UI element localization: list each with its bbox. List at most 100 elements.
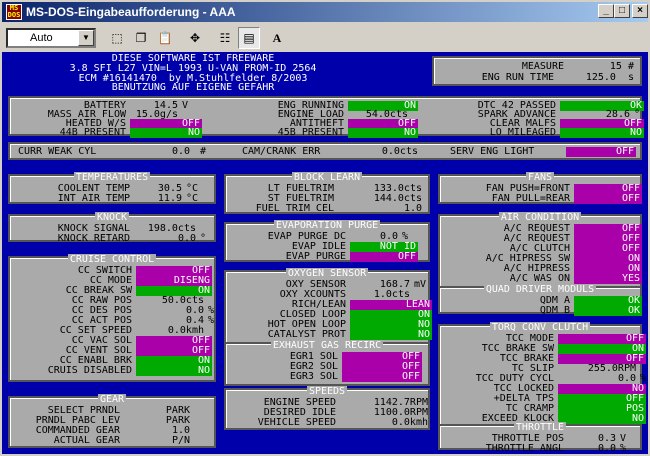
throttle-panel: THROTTLE THROTTLE POS 0.3 V THROTTLE ANGL 0.0… xyxy=(438,422,642,454)
run-time-label: ENG RUN TIME xyxy=(481,72,554,83)
fan-pull-rear-label: FAN PULL=REAR xyxy=(491,193,570,204)
actual-gear-label: ACTUAL GEAR xyxy=(53,435,120,446)
cam-crank-label: CAM/CRANK ERR xyxy=(242,146,321,157)
quad-title-text: QUAD DRIVER MODULS xyxy=(483,284,597,295)
int-air-temp-unit: °C xyxy=(186,193,199,204)
gear-panel: GEAR SELECT PRNDL PARK PRNDL PABC LEV PARK CO… xyxy=(8,394,216,448)
throttle-title-text: THROTTLE xyxy=(513,422,567,433)
a-c-was-on-label: A/C WAS ON xyxy=(509,273,570,284)
font-size-select[interactable]: Auto ▼ xyxy=(6,28,96,48)
air-condition-panel: AIR CONDITION A/C REQUEST OFF A/C REQUEST OF… xyxy=(438,212,642,292)
temperatures-panel: TEMPERATURES COOLENT TEMP 30.5 °C INT AIR TE… xyxy=(8,172,216,204)
properties-icon[interactable]: ☷ xyxy=(214,27,236,49)
toolbar: Auto ▼ ⬚ ❐ 📋 ✥ ☷ ▤ A xyxy=(2,24,648,50)
qdm-b-label: QDM B xyxy=(539,305,570,316)
knock-title: KNOCK xyxy=(10,212,214,223)
qdm-b-state: OK xyxy=(574,306,642,316)
quad-title: QUAD DRIVER MODULS xyxy=(440,284,640,295)
fans-panel: FANS FAN PUSH=FRONT OFF FAN PULL=REAR OFF xyxy=(438,172,644,204)
dos-screen: DIESE SOFTWARE IST FREEWARE 3.8 SFI L27 … xyxy=(2,52,648,454)
cruis-disabled-label: CRUIS DISABLED xyxy=(47,365,132,376)
44b-present-state: NO xyxy=(130,128,202,138)
tcc-title-text: TORQ CONV CLUTCH xyxy=(489,322,591,333)
copy-icon[interactable]: ❐ xyxy=(130,27,152,49)
data-row-egr3-sol: EGR3 SOL OFF xyxy=(228,371,424,382)
cruise-title-text: CRUISE CONTROL xyxy=(67,254,157,265)
knock-panel: KNOCK KNOCK SIGNAL 198.0cts KNOCK RETARD 0.0… xyxy=(8,212,216,244)
aircon-title: AIR CONDITION xyxy=(440,212,640,223)
data-row-vehicle-speed: VEHICLE SPEED 0.0kmh xyxy=(228,417,430,428)
vehicle-speed-label: VEHICLE SPEED xyxy=(257,417,336,428)
speeds-title: SPEEDS xyxy=(226,386,428,397)
title-bar: MS DOS MS-DOS-Eingabeaufforderung - AAA _… xyxy=(2,2,648,22)
cruise-control-panel: CRUISE CONTROL CC SWITCH OFF CC MODE DISENG C… xyxy=(8,254,216,382)
oxygen-sensor-panel: OXYGEN SENSOR OXY SENSOR 168.7 mV OXY XCOUNT… xyxy=(224,268,432,346)
msdos-icon[interactable]: MS DOS xyxy=(6,4,22,20)
cam-crank-value: 0.0cts xyxy=(381,146,418,157)
data-row-throttle-angl: THROTTLE ANGL 0.0% xyxy=(442,443,638,454)
actual-gear-value: P/N xyxy=(171,435,190,446)
curr-weak-cyl-value: 0.0 xyxy=(171,146,190,157)
cruis-disabled-state: NO xyxy=(136,366,212,376)
curr-weak-cyl-label: CURR WEAK CYL xyxy=(18,146,97,157)
catalyst-prot-state: NO xyxy=(350,330,432,340)
font-button[interactable]: A xyxy=(266,27,288,49)
knock-retard-label: KNOCK RETARD xyxy=(57,233,130,244)
fullscreen-icon[interactable]: ✥ xyxy=(184,27,206,49)
temperatures-title: TEMPERATURES xyxy=(10,172,214,183)
knock-retard-value: 0.0 xyxy=(177,233,196,244)
status-panel: BATTERY 14.5 V MASS AIR FLOW 15.0g/s HEATED W… xyxy=(8,96,644,138)
close-button[interactable]: × xyxy=(632,4,648,18)
measure-value: 15 # xyxy=(609,61,634,72)
data-row-catalyst-prot: CATALYST PROT NO xyxy=(228,329,434,340)
block_learn-title: BLOCK LEARN xyxy=(226,172,428,183)
data-row-int-air-temp: INT AIR TEMP 11.9 °C xyxy=(12,193,208,204)
data-row-44b-present: 44B PRESENT NO xyxy=(16,127,204,138)
minimize-button[interactable]: _ xyxy=(598,4,614,18)
speeds-panel: SPEEDS ENGINE SPEED 1142.7RPM DESIRED IDLE 1… xyxy=(224,386,430,430)
chevron-down-icon[interactable]: ▼ xyxy=(78,30,94,46)
fuel-trim-cel-value: 1.0 xyxy=(403,203,422,214)
aircon-title-text: AIR CONDITION xyxy=(498,212,582,223)
speeds-title-text: SPEEDS xyxy=(306,386,348,397)
quad-driver-panel: QUAD DRIVER MODULS QDM A OK QDM B OK xyxy=(438,284,642,316)
44b-present-label: 44B PRESENT xyxy=(59,127,126,138)
a-c-was-on-state: YES xyxy=(574,274,642,284)
evap-purge-state: OFF xyxy=(350,252,418,262)
int-air-temp-value: 11.9 xyxy=(157,193,182,204)
data-row-fan-pull-rear: FAN PULL=REAR OFF xyxy=(442,193,644,204)
tcc-title: TORQ CONV CLUTCH xyxy=(440,322,640,333)
fan-pull-rear-state: OFF xyxy=(574,194,642,204)
lo-mileaged-label: LO MILEAGED xyxy=(489,127,556,138)
fans-title-text: FANS xyxy=(525,172,555,183)
throttle-title: THROTTLE xyxy=(440,422,640,433)
data-row-actual-gear: ACTUAL GEAR P/N xyxy=(12,435,192,446)
egr-title-text: EXHAUST GAS RECIRC xyxy=(270,340,384,351)
data-row-45b-present: 45B PRESENT NO xyxy=(220,127,420,138)
header-line-4: BENUTZUNG AUF EIGENE GEFAHR xyxy=(111,82,275,93)
evaporation-purge-panel: EVAPORATION PURGE EVAP PURGE DC 0.0% EVAP I… xyxy=(224,220,430,262)
status-bar: CURR WEAK CYL 0.0 # CAM/CRANK ERR 0.0cts… xyxy=(8,142,642,160)
block-learn-panel: BLOCK LEARN LT FUELTRIM 133.0cts ST FUELTRI… xyxy=(224,172,430,214)
window-title: MS-DOS-Eingabeaufforderung - AAA xyxy=(26,5,236,19)
evap-title-text: EVAPORATION PURGE xyxy=(273,220,381,231)
maximize-button[interactable]: □ xyxy=(614,4,630,18)
egr3-sol-state: OFF xyxy=(342,372,422,382)
data-row-knock-retard: KNOCK RETARD 0.0 ° xyxy=(12,233,212,244)
catalyst-prot-label: CATALYST PROT xyxy=(267,329,346,340)
throttle-angl-value: 0.0 xyxy=(597,443,616,454)
egr-title: EXHAUST GAS RECIRC xyxy=(226,340,428,351)
paste-icon[interactable]: 📋 xyxy=(154,27,176,49)
mark-icon[interactable]: ⬚ xyxy=(106,27,128,49)
background-icon[interactable]: ▤ xyxy=(238,27,260,49)
egr-panel: EXHAUST GAS RECIRC EGR1 SOL OFF EGR2 SOL OFF… xyxy=(224,340,430,386)
lo-mileaged-state: NO xyxy=(560,128,644,138)
block_learn-title-text: BLOCK LEARN xyxy=(291,172,363,183)
serv-eng-light-label: SERV ENG LIGHT xyxy=(450,146,535,157)
oxygen-title-text: OXYGEN SENSOR xyxy=(285,268,369,279)
knock-retard-unit: ° xyxy=(200,233,207,244)
data-row-fuel-trim-cel: FUEL TRIM CEL 1.0 xyxy=(228,203,424,214)
run-time-value: 125.0 s xyxy=(585,72,634,83)
cruise-title: CRUISE CONTROL xyxy=(10,254,214,265)
font-size-value: Auto xyxy=(30,32,53,44)
